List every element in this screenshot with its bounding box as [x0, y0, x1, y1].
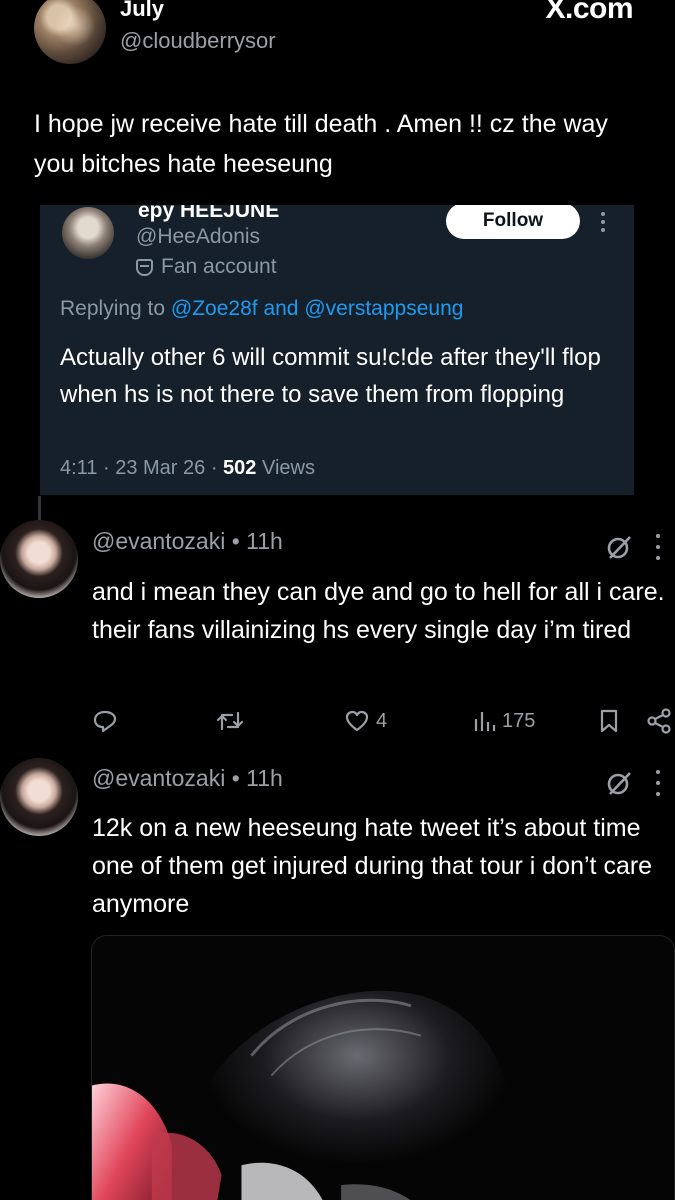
photo-content	[92, 936, 674, 1200]
share-button[interactable]	[646, 706, 672, 736]
reply-button[interactable]	[92, 706, 118, 736]
views-count: 175	[502, 709, 536, 732]
mention-link[interactable]: @verstappseung	[304, 297, 463, 320]
views-label: Views	[261, 457, 315, 479]
tweet-text: Actually other 6 will commit su!c!de aft…	[60, 344, 601, 408]
display-name[interactable]: epy HEEJUNE	[138, 205, 279, 223]
user-handle[interactable]: @HeeAdonis	[136, 225, 260, 249]
embedded-tweet: epy HEEJUNE @HeeAdonis Fan account Follo…	[40, 205, 634, 495]
fan-account-text: Fan account	[161, 255, 277, 278]
retweet-button[interactable]	[216, 706, 244, 736]
fan-mask-icon	[136, 258, 153, 276]
tweet-meta: 4:11 · 23 Mar 26 · 502 Views	[60, 457, 315, 480]
x-logo: X.com	[545, 0, 633, 25]
reply-text: and i mean they can dye and go to hell f…	[92, 578, 665, 644]
views-count: 502	[223, 457, 257, 479]
follow-button[interactable]: Follow	[446, 205, 580, 239]
bookmark-icon	[600, 709, 618, 733]
reply-text: 12k on a new heeseung hate tweet it’s ab…	[92, 814, 653, 918]
grok-icon[interactable]	[606, 534, 632, 560]
post-text: I hope jw receive hate till death . Amen…	[34, 110, 608, 178]
display-name[interactable]: July	[120, 0, 164, 22]
replying-and: and	[263, 297, 299, 320]
grok-icon[interactable]	[606, 770, 632, 796]
tweet-time[interactable]: 4:11 · 23 Mar 26 ·	[60, 457, 217, 479]
avatar[interactable]	[34, 0, 106, 64]
avatar[interactable]	[0, 520, 78, 598]
views-button[interactable]: 175	[472, 706, 535, 736]
like-button[interactable]: 4	[344, 706, 387, 736]
views-icon	[474, 712, 496, 731]
more-icon[interactable]	[654, 534, 662, 560]
like-icon	[345, 710, 369, 732]
more-icon[interactable]	[596, 205, 610, 239]
fan-account-label: Fan account	[136, 255, 277, 279]
mention-link[interactable]: @Zoe28f	[171, 297, 258, 320]
reply-handle-time[interactable]: @evantozaki • 11h	[92, 765, 283, 792]
user-handle[interactable]: @cloudberrysor	[120, 28, 276, 54]
avatar[interactable]	[62, 207, 114, 259]
more-icon[interactable]	[654, 770, 662, 796]
attached-photo[interactable]	[91, 935, 675, 1200]
retweet-icon	[216, 711, 244, 731]
action-bar: 4 175	[92, 706, 675, 736]
replying-prefix: Replying to	[60, 297, 166, 320]
share-icon	[647, 708, 671, 734]
like-count: 4	[376, 709, 388, 732]
reply-handle-time[interactable]: @evantozaki • 11h	[92, 528, 283, 555]
replying-to: Replying to @Zoe28f and @verstappseung	[60, 297, 463, 321]
bookmark-button[interactable]	[598, 706, 620, 736]
reply-icon	[93, 710, 117, 733]
avatar[interactable]	[0, 758, 78, 836]
